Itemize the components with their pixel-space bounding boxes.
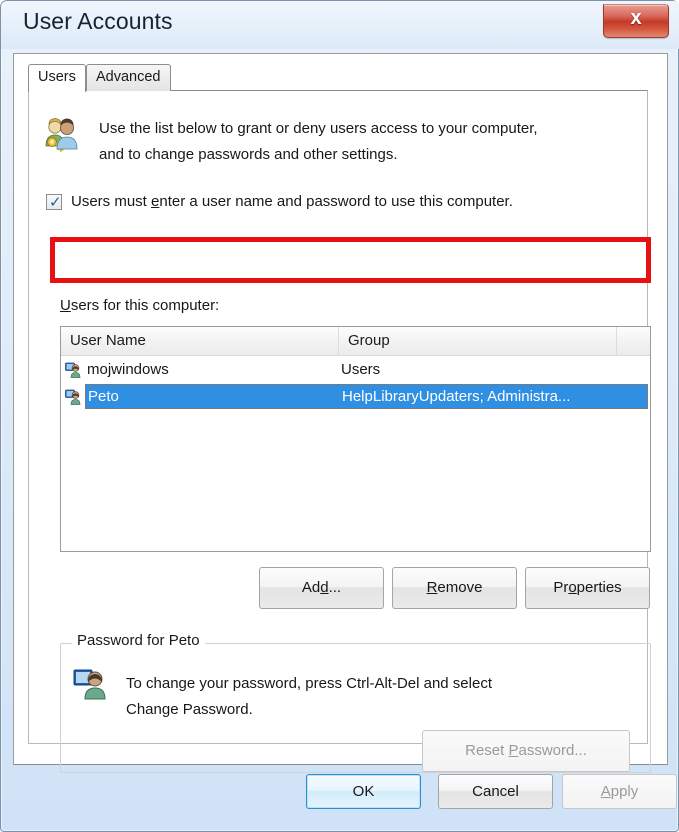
title-bar[interactable]: User Accounts x (1, 1, 679, 49)
row-cells: Peto HelpLibraryUpdaters; Administra... (85, 384, 648, 409)
tab-users-label: Users (38, 69, 76, 85)
properties-button[interactable]: Properties (525, 567, 650, 609)
column-header-extra[interactable] (617, 327, 650, 355)
user-icon (61, 362, 85, 378)
checkbox-label-after: nter a user name and password to use thi… (159, 193, 513, 210)
column-header-user-name[interactable]: User Name (61, 327, 339, 355)
reset-password-label: Reset Password... (465, 742, 587, 759)
checkmark-icon: ✓ (49, 192, 62, 211)
apply-button[interactable]: Apply (562, 774, 677, 809)
user-monitor-icon (73, 667, 107, 701)
tab-strip: Users Advanced (28, 64, 648, 92)
require-password-checkbox[interactable]: ✓ Users must enter a user name and passw… (46, 192, 513, 211)
remove-label-after: emove (437, 579, 483, 596)
tab-advanced[interactable]: Advanced (86, 64, 171, 91)
user-list-header: User Name Group (61, 327, 650, 356)
apply-label-after: pply (610, 783, 639, 800)
checkbox-box[interactable]: ✓ (46, 192, 62, 211)
user-list[interactable]: User Name Group mojwindows Users Peto He… (60, 326, 651, 552)
dialog-footer: OK Cancel Apply (13, 765, 677, 821)
reset-label-before: Reset (465, 742, 509, 759)
add-label-accesskey: d (320, 579, 329, 596)
add-label-before: Ad (301, 579, 321, 596)
add-button-label: Add... (302, 579, 341, 596)
apply-button-label: Apply (601, 783, 639, 800)
dialog-client-area: Users Advanced Use the list below to gra… (13, 53, 668, 773)
apply-label-accesskey: A (600, 783, 611, 800)
remove-label-accesskey: R (426, 579, 438, 596)
close-button[interactable]: x (603, 4, 669, 38)
user-icon (61, 389, 85, 405)
column-header-group[interactable]: Group (339, 327, 617, 355)
properties-button-label: Properties (553, 579, 621, 596)
close-icon: x (630, 7, 642, 29)
user-list-label-after: sers for this computer: (70, 297, 220, 314)
add-label-after: ... (328, 579, 342, 596)
intro-line-2: and to change passwords and other settin… (99, 146, 398, 163)
table-row[interactable]: Peto HelpLibraryUpdaters; Administra... (61, 383, 650, 410)
tab-users[interactable]: Users (28, 64, 86, 92)
properties-label-accesskey: o (568, 579, 577, 596)
properties-label-before: Pr (553, 579, 569, 596)
tab-advanced-label: Advanced (96, 69, 161, 85)
cell-user-name: mojwindows (87, 361, 169, 378)
ok-button[interactable]: OK (306, 774, 421, 809)
user-accounts-dialog: User Accounts x Users Advanced Use the l… (0, 0, 679, 832)
ok-button-label: OK (352, 783, 375, 800)
checkbox-label-before: Users must (71, 193, 152, 210)
cell-group: HelpLibraryUpdaters; Administra... (342, 388, 571, 405)
reset-label-accesskey: P (508, 742, 519, 759)
add-button[interactable]: Add... (259, 567, 384, 609)
user-list-label-accesskey: U (60, 297, 71, 314)
reset-label-after: assword... (518, 742, 587, 759)
cell-user-name: Peto (88, 388, 119, 405)
user-list-label: Users for this computer: (60, 297, 219, 314)
password-groupbox-title: Password for Peto (72, 632, 205, 649)
properties-label-after: perties (576, 579, 622, 596)
password-instructions-line-2: Change Password. (126, 701, 253, 718)
password-instructions: To change your password, press Ctrl-Alt-… (126, 671, 596, 723)
window-title: User Accounts (23, 8, 173, 34)
remove-button[interactable]: Remove (392, 567, 517, 609)
password-instructions-line-1: To change your password, press Ctrl-Alt-… (126, 675, 492, 692)
table-row[interactable]: mojwindows Users (61, 356, 650, 383)
row-cells: mojwindows Users (85, 357, 648, 382)
cell-group: Users (341, 361, 381, 378)
intro-text: Use the list below to grant or deny user… (99, 116, 627, 168)
cancel-button[interactable]: Cancel (438, 774, 553, 809)
intro-line-1: Use the list below to grant or deny user… (99, 120, 538, 137)
remove-button-label: Remove (427, 579, 483, 596)
users-key-icon (42, 116, 80, 154)
cancel-button-label: Cancel (472, 783, 519, 800)
require-password-label: Users must enter a user name and passwor… (71, 193, 513, 210)
